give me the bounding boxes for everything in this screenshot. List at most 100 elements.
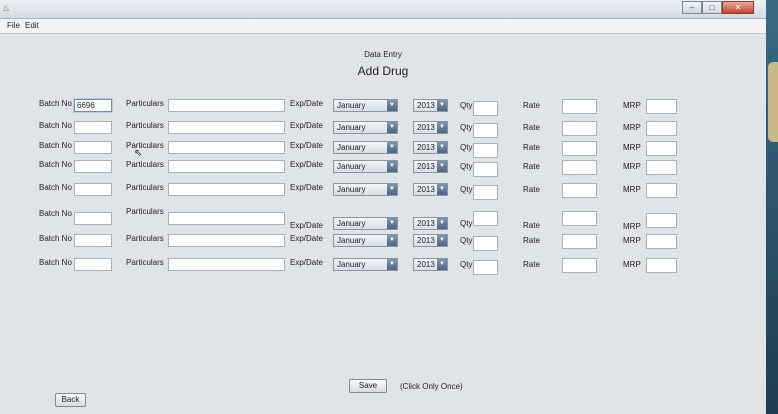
particulars-input[interactable] <box>168 183 285 196</box>
chevron-down-icon[interactable]: ▼ <box>437 184 447 195</box>
batch-input[interactable]: 6696 <box>74 99 112 112</box>
batch-input[interactable] <box>74 234 112 247</box>
rate-input[interactable] <box>562 258 597 273</box>
month-value: January <box>337 101 366 110</box>
mrp-input[interactable] <box>646 160 677 175</box>
particulars-label: Particulars <box>126 121 164 130</box>
mrp-input[interactable] <box>646 258 677 273</box>
qty-input[interactable] <box>473 236 498 251</box>
chevron-down-icon[interactable]: ▼ <box>387 122 397 133</box>
particulars-input[interactable] <box>168 258 285 271</box>
save-button[interactable]: Save <box>349 379 387 393</box>
year-value: 2013 <box>417 123 435 132</box>
particulars-input[interactable] <box>168 121 285 134</box>
batch-input[interactable] <box>74 121 112 134</box>
chevron-down-icon[interactable]: ▼ <box>387 235 397 246</box>
month-value: January <box>337 162 366 171</box>
year-select[interactable]: 2013 ▼ <box>413 141 448 154</box>
particulars-input[interactable] <box>168 160 285 173</box>
expdate-label: Exp/Date <box>290 99 323 108</box>
year-select[interactable]: 2013 ▼ <box>413 217 448 230</box>
chevron-down-icon[interactable]: ▼ <box>437 218 447 229</box>
year-select[interactable]: 2013 ▼ <box>413 99 448 112</box>
menu-edit[interactable]: Edit <box>25 21 39 30</box>
chevron-down-icon[interactable]: ▼ <box>437 259 447 270</box>
chevron-down-icon[interactable]: ▼ <box>437 142 447 153</box>
particulars-input[interactable] <box>168 212 285 225</box>
chevron-down-icon[interactable]: ▼ <box>437 100 447 111</box>
rate-input[interactable] <box>562 234 597 249</box>
month-select[interactable]: January ▼ <box>333 183 398 196</box>
chevron-down-icon[interactable]: ▼ <box>437 122 447 133</box>
chevron-down-icon[interactable]: ▼ <box>437 161 447 172</box>
month-select[interactable]: January ▼ <box>333 258 398 271</box>
mrp-input[interactable] <box>646 234 677 249</box>
save-note: (Click Only Once) <box>400 382 463 391</box>
month-select[interactable]: January ▼ <box>333 234 398 247</box>
rate-input[interactable] <box>562 211 597 226</box>
mrp-input[interactable] <box>646 121 677 136</box>
rate-input[interactable] <box>562 183 597 198</box>
year-select[interactable]: 2013 ▼ <box>413 258 448 271</box>
rate-input[interactable] <box>562 141 597 156</box>
year-value: 2013 <box>417 101 435 110</box>
qty-label: Qty <box>460 219 473 228</box>
month-value: January <box>337 236 366 245</box>
qty-input[interactable] <box>473 101 498 116</box>
qty-input[interactable] <box>473 143 498 158</box>
qty-input[interactable] <box>473 211 498 226</box>
batch-input[interactable] <box>74 258 112 271</box>
particulars-input[interactable] <box>168 234 285 247</box>
batch-input[interactable] <box>74 160 112 173</box>
close-button[interactable]: ✕ <box>722 1 754 14</box>
month-select[interactable]: January ▼ <box>333 141 398 154</box>
mrp-input[interactable] <box>646 213 677 228</box>
month-value: January <box>337 219 366 228</box>
chevron-down-icon[interactable]: ▼ <box>387 184 397 195</box>
month-select[interactable]: January ▼ <box>333 217 398 230</box>
qty-input[interactable] <box>473 123 498 138</box>
batch-input[interactable] <box>74 212 112 225</box>
chevron-down-icon[interactable]: ▼ <box>387 100 397 111</box>
mrp-label: MRP <box>623 236 641 245</box>
menu-file[interactable]: File <box>7 21 20 30</box>
qty-input[interactable] <box>473 162 498 177</box>
month-select[interactable]: January ▼ <box>333 121 398 134</box>
chevron-down-icon[interactable]: ▼ <box>387 259 397 270</box>
month-select[interactable]: January ▼ <box>333 160 398 173</box>
expdate-label: Exp/Date <box>290 234 323 243</box>
rate-label: Rate <box>523 236 540 245</box>
year-select[interactable]: 2013 ▼ <box>413 234 448 247</box>
particulars-label: Particulars <box>126 234 164 243</box>
mrp-label: MRP <box>623 260 641 269</box>
batch-input[interactable] <box>74 141 112 154</box>
back-button[interactable]: Back <box>55 393 86 407</box>
rate-input[interactable] <box>562 121 597 136</box>
month-value: January <box>337 260 366 269</box>
batch-input[interactable] <box>74 183 112 196</box>
maximize-button[interactable]: □ <box>702 1 722 14</box>
chevron-down-icon[interactable]: ▼ <box>437 235 447 246</box>
minimize-button[interactable]: – <box>682 1 702 14</box>
year-select[interactable]: 2013 ▼ <box>413 183 448 196</box>
particulars-input[interactable] <box>168 141 285 154</box>
mrp-input[interactable] <box>646 141 677 156</box>
particulars-label: Particulars <box>126 258 164 267</box>
qty-input[interactable] <box>473 260 498 275</box>
chevron-down-icon[interactable]: ▼ <box>387 218 397 229</box>
chevron-down-icon[interactable]: ▼ <box>387 161 397 172</box>
expdate-label: Exp/Date <box>290 258 323 267</box>
chevron-down-icon[interactable]: ▼ <box>387 142 397 153</box>
batch-label: Batch No <box>39 160 72 169</box>
rate-input[interactable] <box>562 160 597 175</box>
qty-label: Qty <box>460 185 473 194</box>
rate-label: Rate <box>523 185 540 194</box>
mrp-input[interactable] <box>646 183 677 198</box>
mrp-input[interactable] <box>646 99 677 114</box>
particulars-input[interactable] <box>168 99 285 112</box>
month-select[interactable]: January ▼ <box>333 99 398 112</box>
year-select[interactable]: 2013 ▼ <box>413 160 448 173</box>
rate-input[interactable] <box>562 99 597 114</box>
qty-input[interactable] <box>473 185 498 200</box>
year-select[interactable]: 2013 ▼ <box>413 121 448 134</box>
